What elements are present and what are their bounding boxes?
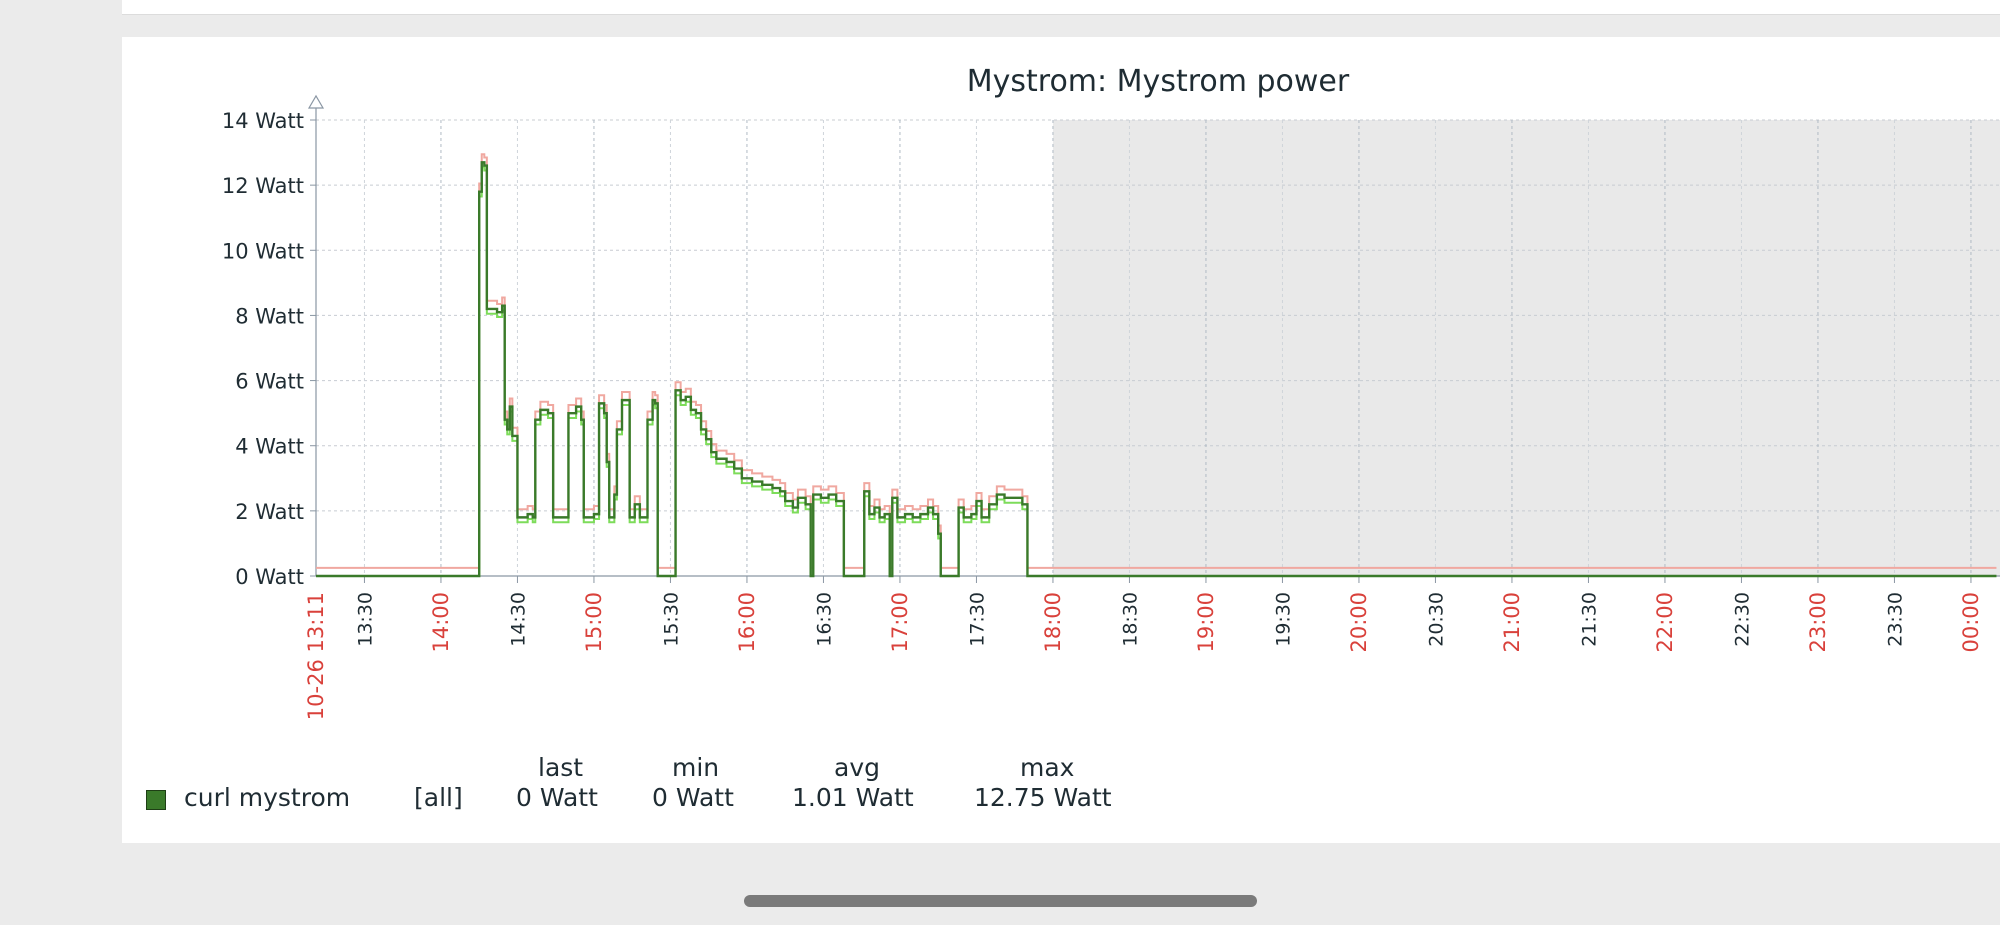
y-tick-label: 12 Watt xyxy=(222,174,304,198)
legend-swatch xyxy=(146,790,166,810)
x-tick-label: 15:00 xyxy=(582,592,606,653)
x-tick-label: 23:00 xyxy=(1806,592,1830,653)
y-tick-label: 2 Watt xyxy=(235,500,304,524)
x-start-label: 10-26 13:11 xyxy=(304,592,328,720)
x-tick-label: 18:00 xyxy=(1041,592,1065,653)
y-tick-label: 6 Watt xyxy=(235,370,304,394)
x-tick-label: 21:00 xyxy=(1500,592,1524,653)
chart-title: Mystrom: Mystrom power xyxy=(967,64,1350,99)
x-tick-label: 22:30 xyxy=(1731,592,1753,647)
x-tick-label: 19:00 xyxy=(1194,592,1218,653)
x-tick-label: 17:00 xyxy=(888,592,912,653)
x-tick-label: 17:30 xyxy=(966,592,988,647)
x-tick-label: 22:00 xyxy=(1653,592,1677,653)
home-indicator[interactable] xyxy=(744,895,1257,907)
y-tick-label: 10 Watt xyxy=(222,239,304,263)
power-chart: Mystrom: Mystrom power 0 Watt 2 Watt 4 Watt… xyxy=(222,64,2000,720)
x-tick-label: 20:00 xyxy=(1347,592,1371,653)
x-tick-label: 00:00 xyxy=(1959,592,1983,653)
legend-value-max: 12.75 Watt xyxy=(974,783,1112,812)
previous-widget-panel xyxy=(122,0,2000,15)
y-tick-label: 0 Watt xyxy=(235,565,304,589)
x-tick-label: 18:30 xyxy=(1119,592,1141,647)
y-tick-label: 8 Watt xyxy=(235,304,304,328)
legend-series-name: curl mystrom xyxy=(184,783,351,812)
x-tick-label: 16:00 xyxy=(735,592,759,653)
x-tick-label: 13:30 xyxy=(354,592,376,647)
y-axis-arrow xyxy=(307,94,325,109)
x-tick-label: 20:30 xyxy=(1425,592,1447,647)
y-tick-label: 4 Watt xyxy=(235,435,304,459)
x-tick-label: 16:30 xyxy=(813,592,835,647)
x-tick-label: 23:30 xyxy=(1884,592,1906,647)
x-tick-label: 15:30 xyxy=(660,592,682,647)
y-tick-label: 14 Watt xyxy=(222,109,304,133)
legend-value-avg: 1.01 Watt xyxy=(792,783,914,812)
x-tick-label: 19:30 xyxy=(1272,592,1294,647)
legend-value-min: 0 Watt xyxy=(652,783,734,812)
future-region xyxy=(1052,120,2000,576)
x-tick-label: 14:30 xyxy=(507,592,529,647)
graph-widget: Mystrom: Mystrom power 0 Watt 2 Watt 4 Watt… xyxy=(122,37,2000,843)
x-tick-label: 14:00 xyxy=(429,592,453,653)
legend-value-last: 0 Watt xyxy=(516,783,598,812)
x-tick-label: 21:30 xyxy=(1578,592,1600,647)
legend-function: [all] xyxy=(414,783,463,812)
